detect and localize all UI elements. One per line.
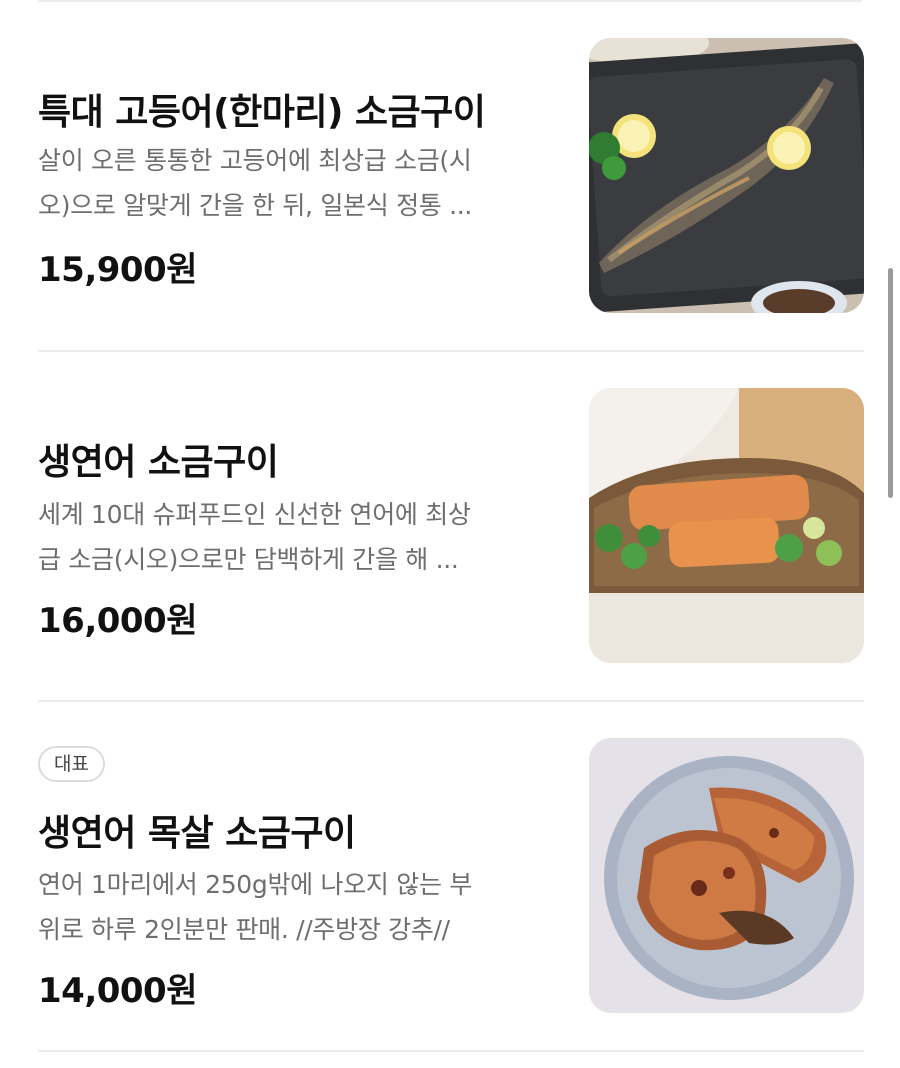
description-line: 연어 1마리에서 250g밖에 나오지 않는 부 [38,870,473,899]
menu-item-title: 생연어 목살 소금구이 [38,813,356,854]
menu-item-price: 15,900원 [38,250,197,290]
signature-badge: 대표 [38,746,105,782]
description-line: 위로 하루 2인분만 판매. //주방장 강추// [38,915,450,944]
menu-item-description: 연어 1마리에서 250g밖에 나오지 않는 부 위로 하루 2인분만 판매. … [38,862,548,952]
menu-item-price: 14,000원 [38,971,197,1011]
item-divider [38,350,864,352]
grilled-salmon-illustration [589,388,864,663]
menu-item-salmon-collar[interactable]: 대표 생연어 목살 소금구이 연어 1마리에서 250g밖에 나오지 않는 부 … [0,738,900,1014]
menu-item-title: 특대 고등어(한마리) 소금구이 [38,92,486,133]
description-line: 급 소금(시오)으로만 담백하게 간을 해 ... [38,545,459,574]
item-divider [38,1050,864,1052]
grilled-mackerel-image[interactable] [589,38,864,313]
menu-item-price: 16,000원 [38,601,197,641]
menu-item-salmon[interactable]: 생연어 소금구이 세계 10대 슈퍼푸드인 신선한 연어에 최상 급 소금(시오… [0,388,900,664]
salmon-collar-image[interactable] [589,738,864,1013]
menu-item-description: 세계 10대 슈퍼푸드인 신선한 연어에 최상 급 소금(시오)으로만 담백하게… [38,492,548,582]
grilled-mackerel-illustration [589,38,864,313]
item-divider [38,700,864,702]
menu-item-description: 살이 오른 통통한 고등어에 최상급 소금(시 오)으로 알맞게 간을 한 뒤,… [38,138,548,228]
menu-item-mackerel[interactable]: 특대 고등어(한마리) 소금구이 살이 오른 통통한 고등어에 최상급 소금(시… [0,38,900,314]
grilled-salmon-image[interactable] [589,388,864,663]
menu-item-title: 생연어 소금구이 [38,442,279,483]
description-line: 오)으로 알맞게 간을 한 뒤, 일본식 정통 ... [38,191,473,220]
top-divider [38,0,862,2]
description-line: 살이 오른 통통한 고등어에 최상급 소금(시 [38,146,472,175]
description-line: 세계 10대 슈퍼푸드인 신선한 연어에 최상 [38,500,471,529]
salmon-collar-illustration [589,738,864,1013]
scrollbar[interactable] [888,268,893,498]
